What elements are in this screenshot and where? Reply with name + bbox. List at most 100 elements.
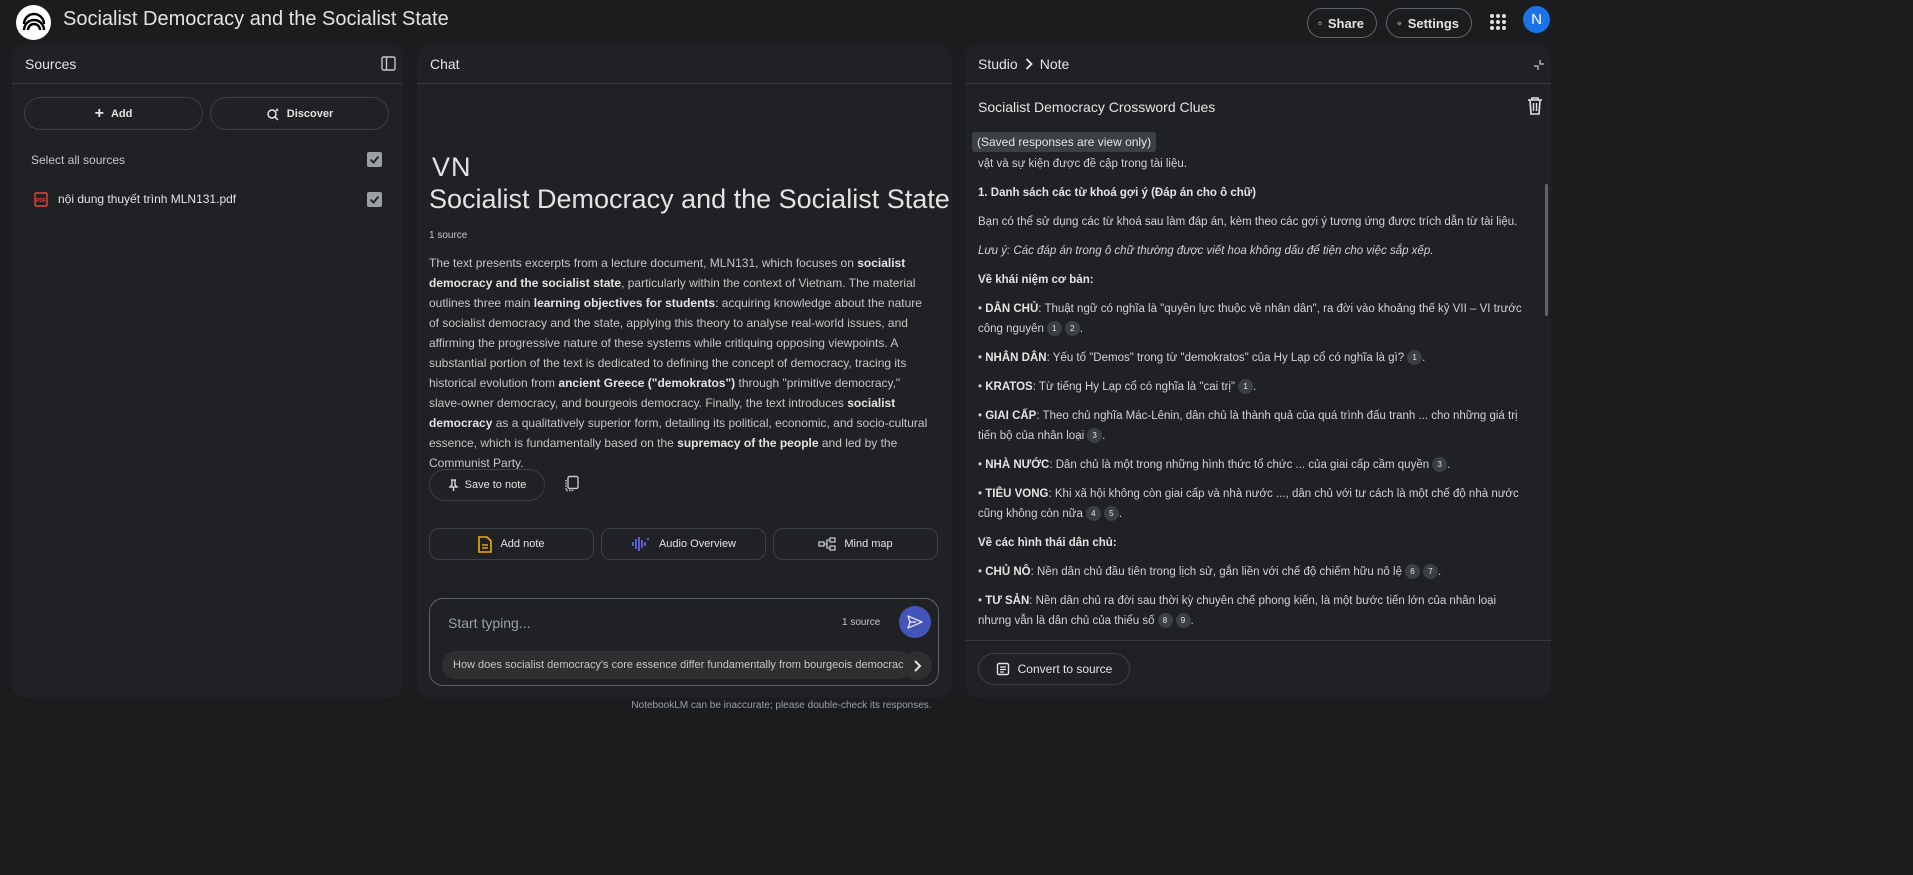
note-text: . [1422,352,1426,364]
note-text: . [1447,459,1451,471]
convert-icon [996,662,1009,676]
notebook-title[interactable]: Socialist Democracy and the Socialist St… [63,8,449,31]
send-button[interactable] [899,606,931,638]
settings-button[interactable]: Settings [1386,8,1472,38]
citation-badge[interactable]: 7 [1422,564,1438,580]
citation-badge[interactable]: 6 [1404,564,1420,580]
note-keyword: NHÀ NƯỚC [985,459,1050,471]
breadcrumb-studio[interactable]: Studio [978,56,1018,72]
note-title: Socialist Democracy Crossword Clues [978,99,1216,115]
discover-button[interactable]: Discover [210,97,389,130]
note-keyword: TƯ SẢN [985,595,1030,607]
chat-header: Chat [417,44,952,84]
source-item-checkbox[interactable] [367,192,382,207]
citation-badge[interactable]: 8 [1157,613,1173,629]
note-paragraph: Bạn có thể sử dụng các từ khoá sau làm đ… [978,212,1530,232]
gear-icon [1397,21,1402,25]
convert-to-source-button[interactable]: Convert to source [978,653,1130,685]
chat-title-header: Chat [430,56,460,72]
audio-overview-label: Audio Overview [658,538,737,550]
share-button[interactable]: Share [1307,8,1377,38]
note-text: Bạn có thể sử dụng các từ khoá sau làm đ… [978,216,1518,228]
note-keyword: NHÂN DÂN [985,352,1047,364]
note-text: : Khi xã hội không còn giai cấp và nhà n… [978,488,1519,520]
note-text: . [1253,381,1257,393]
collapse-panel-icon[interactable] [381,56,396,71]
notebook-emoji-badge: VN [432,152,472,182]
note-text: : Nền dân chủ ra đời sau thời kỳ chuyên … [978,595,1497,627]
note-keyword: Về khái niệm cơ bản: [978,274,1094,286]
note-paragraph: • DÂN CHỦ: Thuật ngữ có nghĩa là "quyền … [978,299,1530,339]
select-all-checkbox[interactable] [367,152,382,167]
add-note-label: Add note [500,538,545,550]
chat-source-count: 1 source [429,230,468,241]
next-suggestion-button[interactable] [903,651,932,680]
note-text: . [1437,566,1442,578]
note-text: Lưu ý: Các đáp án trong ô chữ thường đượ… [978,245,1434,257]
breadcrumb: Studio Note [978,56,1069,72]
plus-icon: + [94,104,104,122]
copy-icon[interactable] [563,475,581,493]
citation-badge[interactable]: 1 [1238,379,1254,395]
summary-highlight: learning objectives for students [533,296,716,310]
citation-badge[interactable]: 3 [1432,457,1448,473]
notebook-summary: The text presents excerpts from a lectur… [429,253,934,473]
citation-badge[interactable]: 9 [1175,613,1191,629]
note-paragraph: Về khái niệm cơ bản: [978,270,1530,290]
apps-grid-icon[interactable] [1488,12,1508,32]
citation-badge[interactable]: 3 [1087,428,1103,444]
note-text: vật và sự kiện được đề cập trong tài liệ… [978,158,1187,170]
citation-badge[interactable]: 5 [1103,506,1119,522]
note-paragraph: Lưu ý: Các đáp án trong ô chữ thường đượ… [978,241,1530,261]
chat-composer: 1 source How does socialist democracy's … [429,598,939,686]
disclaimer: NotebookLM can be inaccurate; please dou… [631,700,932,711]
citation-badge[interactable]: 2 [1064,321,1080,337]
notebooklm-logo-icon[interactable] [16,5,51,40]
avatar[interactable]: N [1523,6,1550,33]
note-keyword: 1. Danh sách các từ khoá gợi ý (Đáp án c… [978,187,1256,199]
studio-header: Studio Note [965,44,1551,84]
chevron-right-icon [914,659,922,672]
convert-label: Convert to source [1017,662,1113,676]
summary-highlight: ancient Greece ("demokratos") [558,376,736,390]
audio-waveform-icon [632,537,650,551]
note-text: . [1118,508,1123,520]
chevron-right-icon [1025,58,1033,70]
send-icon [907,615,923,629]
citation-badge[interactable]: 1 [1046,321,1062,337]
note-paragraph: • GIAI CẤP: Theo chủ nghĩa Mác-Lênin, dâ… [978,406,1530,446]
save-to-note-button[interactable]: Save to note [429,469,545,501]
trash-icon[interactable] [1527,97,1543,115]
discover-label: Discover [286,107,334,120]
note-keyword: TIÊU VONG [985,488,1049,500]
chat-notebook-title: Socialist Democracy and the Socialist St… [429,184,950,214]
share-label: Share [1327,15,1364,31]
breadcrumb-note: Note [1039,56,1070,72]
studio-footer: Convert to source [965,640,1551,698]
add-note-button[interactable]: Add note [429,528,594,560]
note-text: . [1102,430,1106,442]
collapse-icon[interactable] [1533,58,1545,70]
chat-panel: Chat VN Socialist Democracy and the Soci… [417,44,952,698]
source-item-name[interactable]: nội dung thuyết trình MLN131.pdf [58,192,236,206]
note-paragraph: 1. Danh sách các từ khoá gợi ý (Đáp án c… [978,183,1530,203]
citation-badge[interactable]: 4 [1085,506,1101,522]
view-only-tooltip: (Saved responses are view only) [972,132,1157,152]
add-source-button[interactable]: + Add [24,97,203,130]
citation-badge[interactable]: 1 [1407,350,1423,366]
mind-map-button[interactable]: Mind map [773,528,938,560]
top-bar: Socialist Democracy and the Socialist St… [0,0,1913,44]
audio-overview-button[interactable]: Audio Overview [601,528,766,560]
note-keyword: CHỦ NÔ [985,566,1031,578]
sources-title: Sources [25,56,77,72]
note-scrollbar[interactable] [1545,184,1548,316]
mind-map-label: Mind map [844,538,893,550]
note-keyword: KRATOS [985,381,1033,393]
note-paragraph: • TƯ SẢN: Nền dân chủ ra đời sau thời kỳ… [978,591,1530,631]
input-source-count: 1 source [842,617,881,628]
chat-input[interactable] [448,613,828,633]
studio-panel: Studio Note Socialist Democracy Crosswor… [965,44,1551,698]
note-text: : Nền dân chủ đầu tiên trong lịch sử, gắ… [1030,566,1402,578]
suggested-question[interactable]: How does socialist democracy's core esse… [442,651,912,679]
note-text: : Theo chủ nghĩa Mác-Lênin, dân chủ là t… [978,410,1518,442]
